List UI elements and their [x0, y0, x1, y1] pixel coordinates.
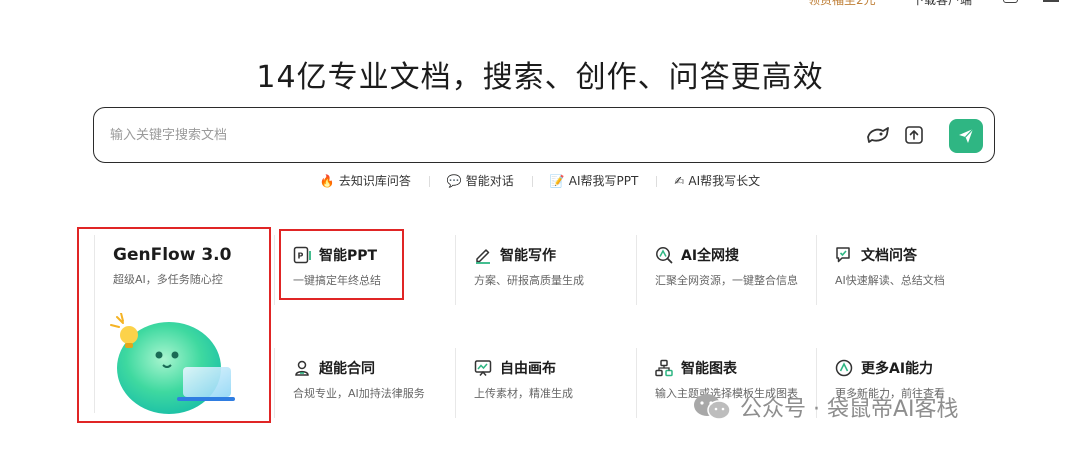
- card-subtitle: 方案、研报高质量生成: [474, 274, 584, 287]
- card-subtitle: 上传素材，精准生成: [474, 387, 573, 400]
- card-title: 智能写作: [500, 248, 556, 264]
- fire-icon: 🔥: [319, 173, 335, 188]
- notepad-icon: 📝: [549, 173, 565, 188]
- card-web-search[interactable]: AI全网搜 汇聚全网资源，一键整合信息: [636, 235, 806, 305]
- card-title: AI全网搜: [681, 248, 740, 264]
- upload-box-icon[interactable]: [1003, 0, 1018, 3]
- quick-link-chat[interactable]: 💬 智能对话: [428, 172, 532, 189]
- pen-icon: [476, 249, 490, 264]
- contract-icon: [295, 360, 309, 376]
- web-search-icon: [656, 247, 673, 264]
- quick-link-label: 去知识库问答: [338, 174, 411, 188]
- send-button[interactable]: [949, 119, 983, 153]
- send-icon: [959, 128, 974, 143]
- quick-link-label: AI帮我写长文: [688, 174, 761, 188]
- search-input[interactable]: [110, 122, 810, 148]
- card-subtitle: AI快速解读、总结文档: [835, 274, 945, 287]
- card-title: 更多AI能力: [861, 361, 934, 377]
- chat-bubble-icon: 💬: [446, 173, 462, 188]
- card-subtitle: 合规专业，AI加持法律服务: [293, 387, 425, 400]
- chart-icon: [655, 359, 673, 377]
- menu-icon[interactable]: [1043, 0, 1059, 3]
- upload-icon[interactable]: [904, 125, 924, 145]
- quick-link-knowledge-qa[interactable]: 🔥 去知识库问答: [302, 172, 429, 189]
- top-bar: 领资福至2元 下载客户端: [0, 0, 1080, 7]
- highlight-box-genflow: [77, 227, 271, 423]
- canvas-icon: [474, 360, 492, 376]
- quick-link-write-long[interactable]: ✍ AI帮我写长文: [656, 172, 778, 189]
- card-title: 超能合同: [319, 361, 375, 377]
- image-search-icon[interactable]: [866, 125, 890, 145]
- quick-link-write-ppt[interactable]: 📝 AI帮我写PPT: [531, 172, 657, 189]
- watermark-text: 公众号 · 袋鼠帝AI客栈: [740, 397, 959, 422]
- quick-link-label: AI帮我写PPT: [568, 174, 639, 188]
- quick-links: 🔥 去知识库问答 💬 智能对话 📝 AI帮我写PPT ✍ AI帮我写长文: [0, 172, 1080, 189]
- page-title: 14亿专业文档，搜索、创作、问答更高效: [256, 60, 824, 95]
- highlight-box-smart-ppt: [279, 229, 404, 300]
- card-free-canvas[interactable]: 自由画布 上传素材，精准生成: [455, 348, 625, 418]
- card-subtitle: 汇聚全网资源，一键整合信息: [655, 274, 798, 287]
- watermark: 公众号 · 袋鼠帝AI客栈: [692, 391, 959, 423]
- more-ai-icon: [835, 359, 853, 377]
- pen-icon: ✍: [674, 173, 685, 188]
- quick-link-label: 智能对话: [465, 174, 514, 188]
- search-box: [93, 107, 995, 163]
- download-client-link[interactable]: 下载客户端: [912, 0, 972, 8]
- card-contract[interactable]: 超能合同 合规专业，AI加持法律服务: [274, 348, 444, 418]
- card-smart-writing[interactable]: 智能写作 方案、研报高质量生成: [455, 235, 625, 305]
- doc-qa-icon: [836, 247, 850, 263]
- card-title: 文档问答: [861, 248, 917, 264]
- wechat-icon: [694, 394, 731, 420]
- card-title: 自由画布: [500, 361, 556, 377]
- card-title: 智能图表: [681, 361, 737, 377]
- promo-link[interactable]: 领资福至2元: [808, 0, 876, 8]
- card-doc-qa[interactable]: 文档问答 AI快速解读、总结文档: [816, 235, 986, 305]
